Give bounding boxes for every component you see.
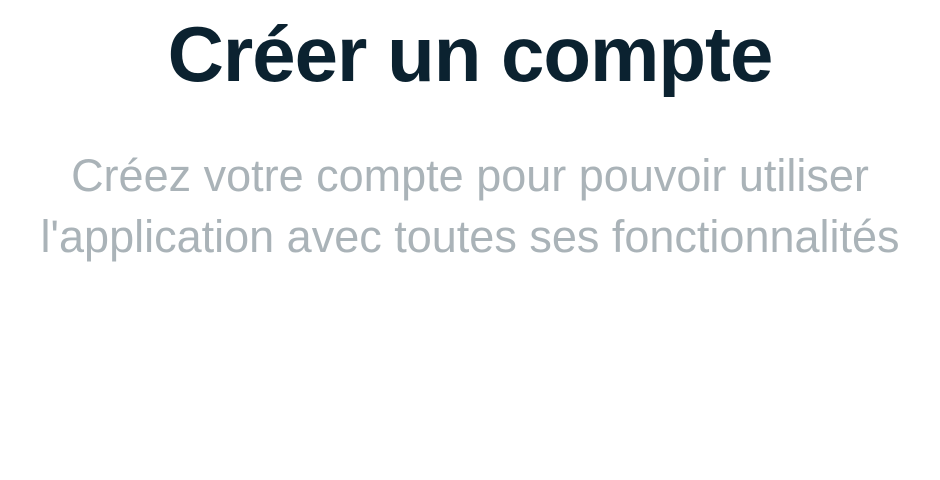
page-title: Créer un compte xyxy=(167,10,774,98)
intro-text: Créez votre compte pour pouvoir utiliser… xyxy=(0,145,940,267)
create-account-screen: Créer un compte Créez votre compte pour … xyxy=(0,0,940,480)
intro-line-2: l'application avec toutes ses fonctionna… xyxy=(40,211,900,262)
intro-line-1: Créez votre compte pour pouvoir utiliser xyxy=(71,150,869,201)
